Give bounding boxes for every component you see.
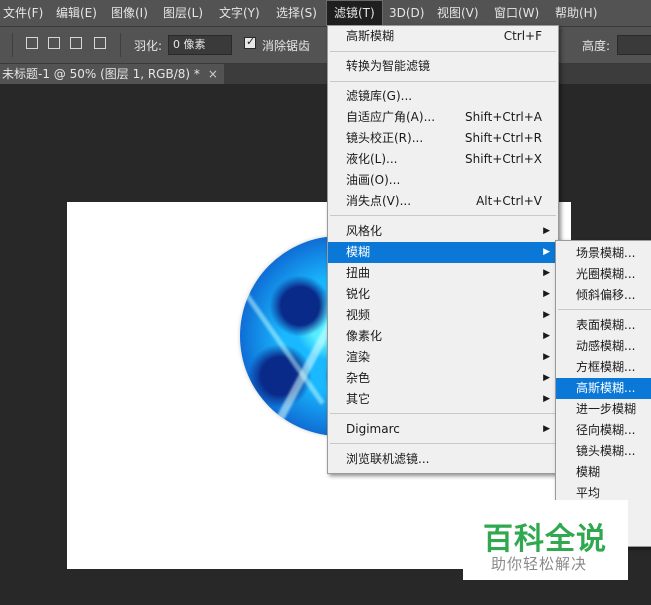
submenu-item-surface-blur[interactable]: 表面模糊...	[556, 315, 651, 336]
subtract-from-selection-icon[interactable]	[70, 37, 82, 49]
submenu-item-blur[interactable]: 模糊	[556, 462, 651, 483]
antialias-checkbox[interactable]	[244, 35, 256, 49]
menu-filter[interactable]: 滤镜(T)	[326, 0, 383, 26]
menu-image[interactable]: 图像(I)	[104, 0, 155, 26]
height-input[interactable]	[617, 35, 651, 55]
submenu-item-gaussian-blur[interactable]: 高斯模糊...	[556, 378, 651, 399]
menu-window[interactable]: 窗口(W)	[487, 0, 546, 26]
menu-layer[interactable]: 图层(L)	[156, 0, 210, 26]
menu-item-liquify[interactable]: 液化(L)... Shift+Ctrl+X	[328, 149, 558, 170]
menu-item-adaptive-wide-angle[interactable]: 自适应广角(A)... Shift+Ctrl+A	[328, 107, 558, 128]
submenu-arrow-icon: ▶	[543, 226, 550, 236]
submenu-arrow-icon: ▶	[543, 268, 550, 278]
menu-item-blur[interactable]: 模糊 ▶	[328, 242, 558, 263]
menu-separator	[330, 443, 556, 444]
menu-select[interactable]: 选择(S)	[269, 0, 324, 26]
menu-view[interactable]: 视图(V)	[430, 0, 486, 26]
feather-label: 羽化:	[134, 39, 163, 53]
menu-item-filter-gallery[interactable]: 滤镜库(G)...	[328, 86, 558, 107]
new-selection-icon[interactable]	[26, 37, 38, 49]
menu-item-convert-smart-filter[interactable]: 转换为智能滤镜	[328, 56, 558, 77]
feather-input[interactable]: 0 像素	[168, 35, 232, 55]
submenu-arrow-icon: ▶	[543, 424, 550, 434]
menu-item-oil-paint[interactable]: 油画(O)...	[328, 170, 558, 191]
watermark: 百科全说 助你轻松解决	[463, 500, 628, 580]
submenu-arrow-icon: ▶	[543, 310, 550, 320]
menu-item-digimarc[interactable]: Digimarc ▶	[328, 419, 558, 440]
filter-menu: 高斯模糊 Ctrl+F 转换为智能滤镜 滤镜库(G)... 自适应广角(A)...…	[327, 25, 559, 474]
menu-bar: 文件(F) 编辑(E) 图像(I) 图层(L) 文字(Y) 选择(S) 滤镜(T…	[0, 0, 651, 27]
watermark-subtitle: 助你轻松解决	[491, 555, 588, 573]
antialias-label: 消除锯齿	[262, 39, 311, 53]
menu-item-other[interactable]: 其它 ▶	[328, 389, 558, 410]
menu-item-render[interactable]: 渲染 ▶	[328, 347, 558, 368]
menu-help[interactable]: 帮助(H)	[548, 0, 604, 26]
menu-item-vanishing-point[interactable]: 消失点(V)... Alt+Ctrl+V	[328, 191, 558, 212]
menu-item-browse-online-filters[interactable]: 浏览联机滤镜...	[328, 449, 558, 470]
submenu-arrow-icon: ▶	[543, 352, 550, 362]
menu-item-sharpen[interactable]: 锐化 ▶	[328, 284, 558, 305]
add-to-selection-icon[interactable]	[48, 37, 60, 49]
submenu-arrow-icon: ▶	[543, 373, 550, 383]
menu-item-distort[interactable]: 扭曲 ▶	[328, 263, 558, 284]
height-label: 高度:	[582, 39, 611, 53]
submenu-arrow-icon: ▶	[543, 247, 550, 257]
menu-item-stylize[interactable]: 风格化 ▶	[328, 221, 558, 242]
document-tab-title: 未标题-1 @ 50% (图层 1, RGB/8) *	[2, 67, 200, 81]
menu-edit[interactable]: 编辑(E)	[49, 0, 104, 26]
document-tab[interactable]: 未标题-1 @ 50% (图层 1, RGB/8) * ×	[0, 64, 224, 84]
close-icon[interactable]: ×	[208, 67, 218, 81]
submenu-item-motion-blur[interactable]: 动感模糊...	[556, 336, 651, 357]
menu-type[interactable]: 文字(Y)	[212, 0, 267, 26]
submenu-item-field-blur[interactable]: 场景模糊...	[556, 243, 651, 264]
menu-item-video[interactable]: 视频 ▶	[328, 305, 558, 326]
submenu-item-iris-blur[interactable]: 光圈模糊...	[556, 264, 651, 285]
submenu-item-tilt-shift[interactable]: 倾斜偏移...	[556, 285, 651, 306]
menu-item-lens-correction[interactable]: 镜头校正(R)... Shift+Ctrl+R	[328, 128, 558, 149]
menu-item-last-filter[interactable]: 高斯模糊 Ctrl+F	[328, 26, 558, 47]
menu-separator	[330, 413, 556, 414]
divider	[120, 33, 121, 57]
menu-separator	[330, 215, 556, 216]
menu-separator	[330, 51, 556, 52]
menu-separator	[330, 81, 556, 82]
divider	[12, 33, 13, 57]
submenu-arrow-icon: ▶	[543, 289, 550, 299]
submenu-arrow-icon: ▶	[543, 394, 550, 404]
menu-item-noise[interactable]: 杂色 ▶	[328, 368, 558, 389]
submenu-item-blur-more[interactable]: 进一步模糊	[556, 399, 651, 420]
submenu-item-box-blur[interactable]: 方框模糊...	[556, 357, 651, 378]
submenu-item-lens-blur[interactable]: 镜头模糊...	[556, 441, 651, 462]
menu-separator	[558, 309, 651, 310]
menu-file[interactable]: 文件(F)	[0, 0, 50, 26]
submenu-item-radial-blur[interactable]: 径向模糊...	[556, 420, 651, 441]
menu-3d[interactable]: 3D(D)	[382, 0, 431, 26]
intersect-selection-icon[interactable]	[94, 37, 106, 49]
menu-item-pixelate[interactable]: 像素化 ▶	[328, 326, 558, 347]
submenu-arrow-icon: ▶	[543, 331, 550, 341]
watermark-title: 百科全说	[483, 522, 607, 557]
